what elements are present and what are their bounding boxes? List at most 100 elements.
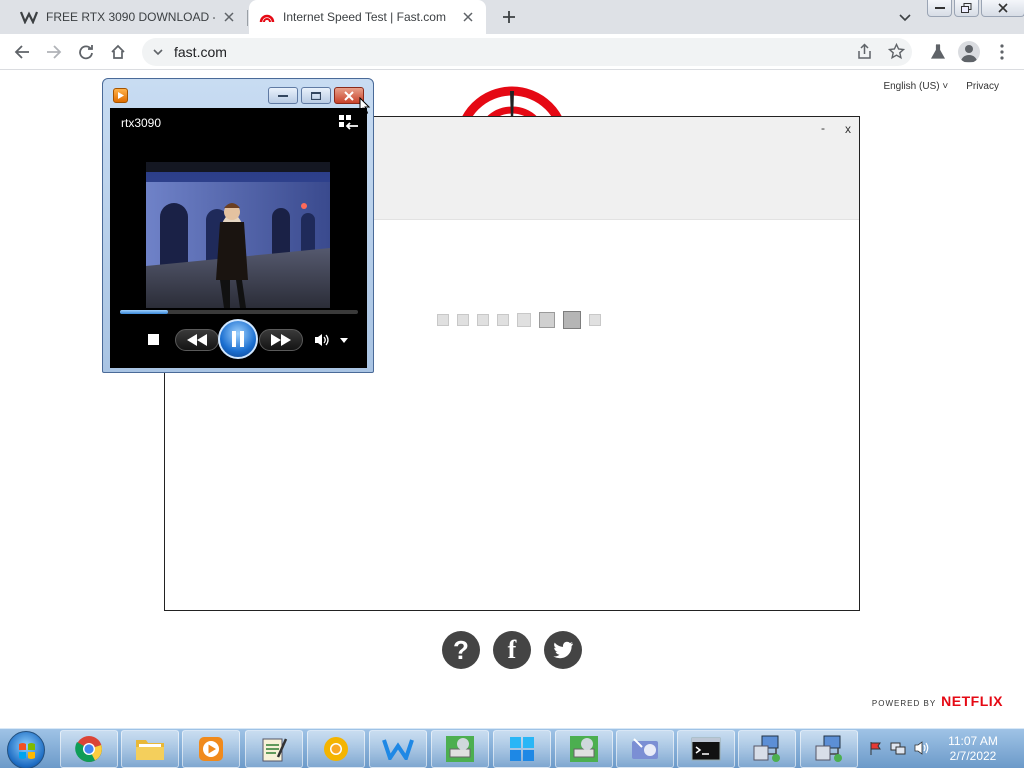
video-frame[interactable] bbox=[146, 162, 330, 308]
powered-by-label: POWERED BY bbox=[871, 699, 937, 708]
netflix-logo[interactable]: NETFLIX bbox=[941, 693, 1003, 709]
home-button[interactable] bbox=[107, 41, 129, 63]
windows-logo-icon bbox=[19, 743, 35, 759]
loading-dot bbox=[539, 312, 555, 328]
close-icon[interactable] bbox=[221, 9, 237, 25]
taskbar-item-computer-network-2[interactable] bbox=[800, 730, 858, 768]
back-button[interactable] bbox=[11, 41, 33, 63]
desktop: FREE RTX 3090 DOWNLOAD - N Internet Spee… bbox=[0, 0, 1024, 768]
site-info-chevron-icon[interactable] bbox=[150, 44, 166, 60]
drive-installer-icon bbox=[446, 736, 474, 762]
winzip-w-icon bbox=[382, 739, 414, 760]
tab-rtx-download[interactable]: FREE RTX 3090 DOWNLOAD - N bbox=[0, 0, 247, 34]
taskbar-item-winzip[interactable] bbox=[369, 730, 427, 768]
media-player-titlebar[interactable] bbox=[103, 79, 373, 115]
taskbar-item-windows[interactable] bbox=[493, 730, 551, 768]
volume-icon[interactable] bbox=[914, 740, 930, 756]
kebab-menu-icon bbox=[1000, 44, 1004, 60]
taskbar-item-installer[interactable] bbox=[431, 730, 489, 768]
stop-button[interactable] bbox=[147, 333, 159, 345]
taskbar: 11:07 AM 2/7/2022 bbox=[0, 728, 1024, 768]
close-icon[interactable] bbox=[460, 9, 476, 25]
help-button[interactable]: ? bbox=[442, 631, 480, 669]
pause-button[interactable] bbox=[218, 319, 258, 359]
rewind-button[interactable] bbox=[175, 329, 219, 351]
loading-dot bbox=[517, 313, 531, 327]
url-text[interactable]: fast.com bbox=[174, 44, 227, 60]
media-player-icon bbox=[199, 737, 223, 761]
tab-title: FREE RTX 3090 DOWNLOAD - N bbox=[46, 10, 215, 24]
seek-bar[interactable] bbox=[120, 310, 358, 314]
restore-button[interactable] bbox=[954, 0, 979, 17]
drive-installer-icon bbox=[570, 736, 598, 762]
twitter-button[interactable] bbox=[544, 631, 582, 669]
address-bar[interactable]: fast.com bbox=[142, 38, 912, 66]
chevron-down-icon bbox=[899, 14, 911, 22]
taskbar-item-explorer[interactable] bbox=[121, 730, 179, 768]
tab-search-button[interactable] bbox=[896, 9, 914, 27]
share-icon[interactable] bbox=[856, 43, 873, 65]
loading-dot bbox=[497, 314, 509, 326]
tab-strip: FREE RTX 3090 DOWNLOAD - N Internet Spee… bbox=[0, 0, 1024, 34]
chrome-icon bbox=[75, 736, 102, 763]
powered-by-netflix: POWERED BY NETFLIX bbox=[872, 693, 1003, 709]
taskbar-item-notepad[interactable] bbox=[245, 730, 303, 768]
window-controls bbox=[927, 0, 1024, 17]
media-player-icon bbox=[113, 88, 128, 103]
minimize-button[interactable] bbox=[268, 87, 298, 104]
loading-dot bbox=[589, 314, 601, 326]
bookmark-star-icon[interactable] bbox=[887, 42, 906, 65]
chevron-down-icon: ˅ bbox=[942, 81, 949, 92]
taskbar-item-network-tool[interactable] bbox=[616, 730, 674, 768]
taskbar-item-installer-2[interactable] bbox=[555, 730, 613, 768]
taskbar-item-chrome[interactable] bbox=[60, 730, 118, 768]
panel-close-button[interactable]: x bbox=[845, 122, 851, 136]
back-arrow-icon bbox=[14, 45, 29, 59]
loading-dot bbox=[457, 314, 469, 326]
taskbar-item-media-player[interactable] bbox=[182, 730, 240, 768]
facebook-button[interactable]: f bbox=[493, 631, 531, 669]
browser-toolbar: fast.com bbox=[0, 34, 1024, 70]
reload-button[interactable] bbox=[75, 41, 97, 63]
fast-speedometer-icon bbox=[259, 9, 275, 25]
switch-to-library-icon[interactable] bbox=[339, 115, 359, 136]
taskbar-item-command-prompt[interactable] bbox=[677, 730, 735, 768]
privacy-link[interactable]: Privacy bbox=[966, 81, 999, 92]
menu-button[interactable] bbox=[991, 41, 1013, 63]
new-tab-button[interactable] bbox=[498, 6, 520, 28]
maximize-button[interactable] bbox=[301, 87, 331, 104]
language-selector[interactable]: English (US) ˅ bbox=[883, 81, 948, 92]
playback-controls bbox=[110, 318, 367, 364]
action-center-flag-icon[interactable] bbox=[868, 740, 884, 756]
windows-logo-icon bbox=[510, 737, 534, 761]
volume-button[interactable] bbox=[313, 332, 331, 348]
tab-title: Internet Speed Test | Fast.com bbox=[283, 10, 446, 24]
network-tool-icon bbox=[632, 738, 658, 759]
clock-time: 11:07 AM bbox=[948, 734, 998, 748]
minimize-button[interactable] bbox=[927, 0, 952, 17]
forward-arrow-icon bbox=[47, 45, 62, 59]
network-icon[interactable] bbox=[890, 740, 906, 756]
panel-minimize-button[interactable]: - bbox=[821, 121, 825, 135]
close-window-button[interactable] bbox=[981, 0, 1024, 17]
fast-forward-button[interactable] bbox=[259, 329, 303, 351]
clock[interactable]: 11:07 AM 2/7/2022 bbox=[930, 734, 1016, 764]
tab-fast-com[interactable]: Internet Speed Test | Fast.com bbox=[249, 0, 486, 34]
home-icon bbox=[111, 44, 125, 59]
stop-icon bbox=[147, 333, 159, 345]
labs-flask-icon[interactable] bbox=[927, 41, 949, 63]
media-player-window[interactable]: rtx3090 bbox=[102, 78, 374, 373]
computer-network-icon bbox=[753, 735, 780, 762]
media-player-body: rtx3090 bbox=[110, 108, 367, 368]
clock-date: 2/7/2022 bbox=[949, 749, 997, 763]
forward-button[interactable] bbox=[43, 41, 65, 63]
fast-forward-icon bbox=[271, 334, 291, 346]
taskbar-item-chrome-canary[interactable] bbox=[307, 730, 365, 768]
computer-network-icon bbox=[815, 735, 842, 762]
top-links: English (US) ˅ Privacy bbox=[883, 81, 999, 92]
profile-avatar[interactable] bbox=[958, 41, 980, 63]
file-explorer-icon bbox=[136, 740, 164, 760]
taskbar-item-computer-network[interactable] bbox=[738, 730, 796, 768]
start-button[interactable] bbox=[7, 731, 45, 768]
volume-dropdown[interactable] bbox=[339, 336, 349, 344]
